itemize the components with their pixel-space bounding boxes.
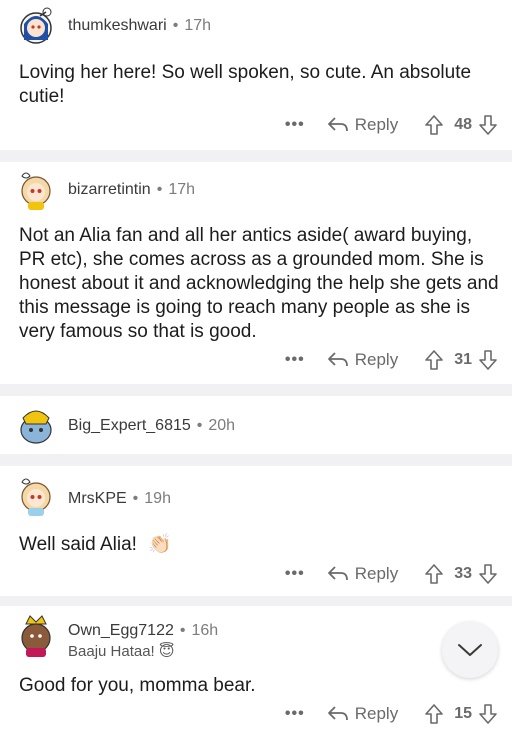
reply-label: Reply bbox=[354, 115, 399, 134]
vote-count: 33 bbox=[454, 565, 472, 582]
timestamp: 17h bbox=[184, 17, 212, 34]
scroll-down-button[interactable] bbox=[442, 622, 498, 678]
comment-body: Not an Alia fan and all her antics aside… bbox=[19, 225, 499, 342]
comment-thumkeshwari: thumkeshwari • 17h Loving her here! So wel… bbox=[0, 0, 512, 150]
reply-arrow-icon bbox=[327, 566, 348, 581]
comment-body: Well said Alia! 👏🏻 bbox=[19, 533, 499, 557]
vote-controls: 31 bbox=[424, 349, 498, 371]
chevron-down-icon bbox=[458, 644, 482, 656]
avatar[interactable] bbox=[16, 612, 56, 657]
avatar-icon bbox=[21, 615, 51, 657]
reply-button[interactable]: Reply bbox=[327, 115, 398, 135]
comment-actions: ••• Reply 15 bbox=[285, 702, 498, 726]
vote-count: 48 bbox=[454, 116, 472, 133]
vote-controls: 48 bbox=[424, 114, 498, 136]
comment-divider bbox=[0, 384, 512, 396]
username[interactable]: Own_Egg7122 bbox=[68, 622, 174, 639]
comment-actions: ••• Reply 48 bbox=[285, 113, 498, 137]
reply-label: Reply bbox=[354, 350, 399, 369]
comment-meta: thumkeshwari • 17h bbox=[68, 17, 211, 35]
more-options-button[interactable]: ••• bbox=[285, 116, 305, 134]
upvote-arrow-icon[interactable] bbox=[424, 703, 444, 725]
comment-divider bbox=[0, 454, 512, 466]
comment-meta: MrsKPE • 19h bbox=[68, 490, 171, 508]
username[interactable]: thumkeshwari bbox=[68, 17, 167, 34]
downvote-arrow-icon[interactable] bbox=[478, 563, 498, 585]
vote-controls: 15 bbox=[424, 703, 498, 725]
reply-arrow-icon bbox=[327, 117, 348, 132]
timestamp: 20h bbox=[208, 417, 236, 434]
timestamp: 17h bbox=[168, 181, 196, 198]
reply-arrow-icon bbox=[327, 352, 348, 367]
reply-label: Reply bbox=[354, 564, 399, 583]
vote-controls: 33 bbox=[424, 563, 498, 585]
comment-body: Good for you, momma bear. bbox=[19, 675, 256, 696]
comment-bizarretintin: bizarretintin • 17h Not an Alia fan and al… bbox=[0, 162, 512, 384]
comment-meta: bizarretintin • 17h bbox=[68, 181, 195, 199]
more-options-button[interactable]: ••• bbox=[285, 705, 305, 723]
upvote-arrow-icon[interactable] bbox=[424, 563, 444, 585]
separator: • bbox=[196, 417, 203, 434]
avatar-icon bbox=[20, 410, 52, 444]
comment-body: Loving her here! So well spoken, so cute… bbox=[19, 62, 472, 107]
comment-big-expert[interactable]: Big_Expert_6815 • 20h bbox=[0, 396, 512, 454]
upvote-arrow-icon[interactable] bbox=[424, 114, 444, 136]
comment-meta: Big_Expert_6815 • 20h bbox=[68, 417, 235, 435]
username[interactable]: bizarretintin bbox=[68, 181, 151, 198]
comment-actions: ••• Reply 33 bbox=[285, 562, 498, 586]
downvote-arrow-icon[interactable] bbox=[478, 349, 498, 371]
avatar[interactable] bbox=[16, 168, 56, 210]
more-options-button[interactable]: ••• bbox=[285, 565, 305, 583]
avatar-icon bbox=[21, 172, 51, 210]
comment-mrskpe: MrsKPE • 19h Well said Alia! 👏🏻 ••• Reply … bbox=[0, 466, 512, 596]
timestamp: 19h bbox=[144, 490, 171, 507]
avatar-icon bbox=[21, 478, 51, 516]
separator: • bbox=[132, 490, 139, 507]
downvote-arrow-icon[interactable] bbox=[478, 703, 498, 725]
avatar[interactable] bbox=[16, 474, 56, 516]
username[interactable]: Big_Expert_6815 bbox=[68, 417, 191, 434]
comment-actions: ••• Reply 31 bbox=[285, 348, 498, 372]
comment-divider bbox=[0, 596, 512, 606]
comment-meta: Own_Egg7122 • 16h bbox=[68, 622, 218, 640]
avatar-icon bbox=[20, 7, 52, 44]
username[interactable]: MrsKPE bbox=[68, 490, 127, 507]
clapping-emoji: 👏🏻 bbox=[148, 534, 172, 555]
comment-own-egg: Own_Egg7122 • 16h Baaju Hataa! 😇 Good for … bbox=[0, 606, 512, 733]
vote-count: 15 bbox=[454, 705, 472, 722]
reply-arrow-icon bbox=[327, 706, 348, 721]
user-flair: Baaju Hataa! 😇 bbox=[68, 643, 175, 660]
reply-button[interactable]: Reply bbox=[327, 564, 398, 584]
reply-button[interactable]: Reply bbox=[327, 350, 398, 370]
downvote-arrow-icon[interactable] bbox=[478, 114, 498, 136]
avatar[interactable] bbox=[16, 404, 56, 444]
separator: • bbox=[156, 181, 163, 198]
more-options-button[interactable]: ••• bbox=[285, 351, 305, 369]
comment-text: Well said Alia! bbox=[19, 534, 137, 555]
reply-button[interactable]: Reply bbox=[327, 704, 398, 724]
separator: • bbox=[172, 17, 179, 34]
reply-label: Reply bbox=[354, 704, 399, 723]
comment-divider bbox=[0, 150, 512, 162]
upvote-arrow-icon[interactable] bbox=[424, 349, 444, 371]
avatar[interactable] bbox=[16, 4, 56, 44]
vote-count: 31 bbox=[454, 351, 472, 368]
timestamp: 16h bbox=[191, 622, 219, 639]
separator: • bbox=[179, 622, 186, 639]
